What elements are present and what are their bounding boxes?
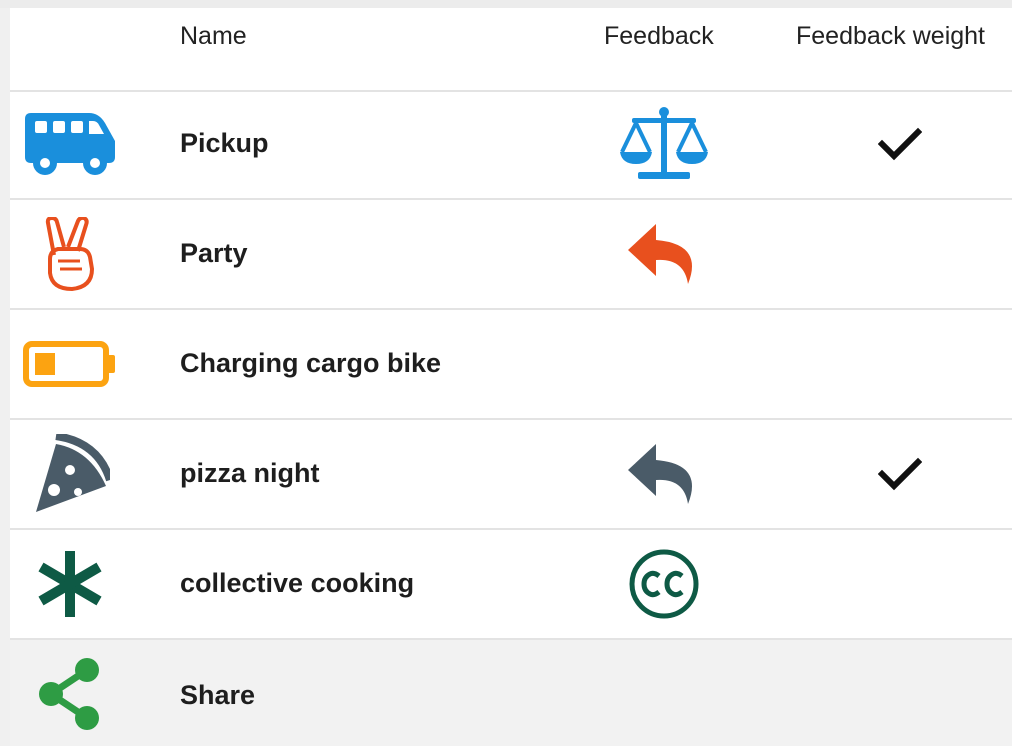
row-label: Charging cargo bike (180, 348, 442, 378)
row-label: collective cooking (180, 568, 415, 598)
table-row-party[interactable]: Party (10, 200, 1012, 310)
category-table: Name Feedback Feedback weight Pickup Par… (10, 8, 1012, 746)
table-row-charging-cargo-bike[interactable]: Charging cargo bike (10, 310, 1012, 420)
table-row-pickup[interactable]: Pickup (10, 90, 1012, 200)
share-icon (22, 654, 118, 734)
check-icon (872, 446, 928, 502)
share-label: Share (180, 680, 256, 710)
row-label: Pickup (180, 128, 269, 158)
pizza-slice-icon (22, 434, 118, 514)
bus-icon (22, 104, 118, 184)
victory-hand-icon (22, 214, 118, 294)
scale-balance-icon (614, 104, 714, 184)
share-row[interactable]: Share (10, 640, 1012, 746)
table-row-collective-cooking[interactable]: collective cooking (10, 530, 1012, 640)
check-icon (872, 116, 928, 172)
column-header-feedback[interactable]: Feedback (604, 22, 714, 51)
creative-commons-icon (614, 544, 714, 624)
column-header-feedback-weight[interactable]: Feedback weight (796, 22, 985, 51)
column-header-name[interactable]: Name (180, 22, 247, 51)
reply-arrow-icon (614, 214, 714, 294)
asterisk-icon (22, 544, 118, 624)
table-header: Name Feedback Feedback weight (10, 8, 1012, 92)
top-strip (0, 0, 1012, 8)
row-label: pizza night (180, 458, 320, 488)
row-label: Party (180, 238, 248, 268)
reply-arrow-icon (614, 434, 714, 514)
battery-low-icon (22, 324, 118, 404)
table-row-pizza-night[interactable]: pizza night (10, 420, 1012, 530)
